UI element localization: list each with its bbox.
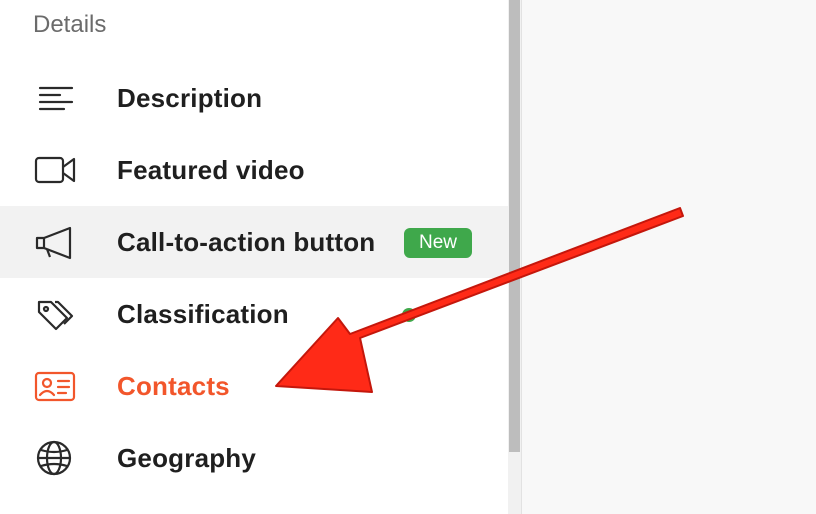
sidebar-item-label: Call-to-action button — [117, 227, 376, 257]
details-sidebar: Details Description Featured video Call-… — [0, 0, 508, 514]
sidebar-item-label: Classification — [117, 299, 289, 329]
sidebar-item-classification[interactable]: Classification — [0, 278, 508, 350]
tags-icon — [34, 296, 76, 332]
sidebar-item-geography[interactable]: Geography — [0, 422, 508, 494]
section-title: Details — [33, 11, 107, 38]
video-icon — [34, 152, 76, 188]
sidebar-item-contacts[interactable]: Contacts — [0, 350, 508, 422]
sidebar-item-label: Featured video — [117, 155, 305, 185]
contact-card-icon — [34, 368, 76, 404]
status-dot — [402, 308, 416, 322]
globe-icon — [34, 440, 76, 476]
sidebar-item-description[interactable]: Description — [0, 62, 508, 134]
sidebar-item-label: Geography — [117, 443, 257, 473]
sidebar-item-call-to-action[interactable]: Call-to-action button New — [0, 206, 508, 278]
sidebar-item-label: Description — [117, 83, 263, 113]
new-badge: New — [404, 228, 473, 258]
sidebar-scrollbar[interactable] — [508, 0, 521, 514]
megaphone-icon — [34, 224, 76, 260]
sidebar-item-label: Contacts — [117, 371, 230, 401]
content-panel — [522, 0, 816, 514]
scrollbar-thumb[interactable] — [509, 0, 520, 452]
sidebar-item-featured-video[interactable]: Featured video — [0, 134, 508, 206]
lines-icon — [34, 80, 76, 116]
